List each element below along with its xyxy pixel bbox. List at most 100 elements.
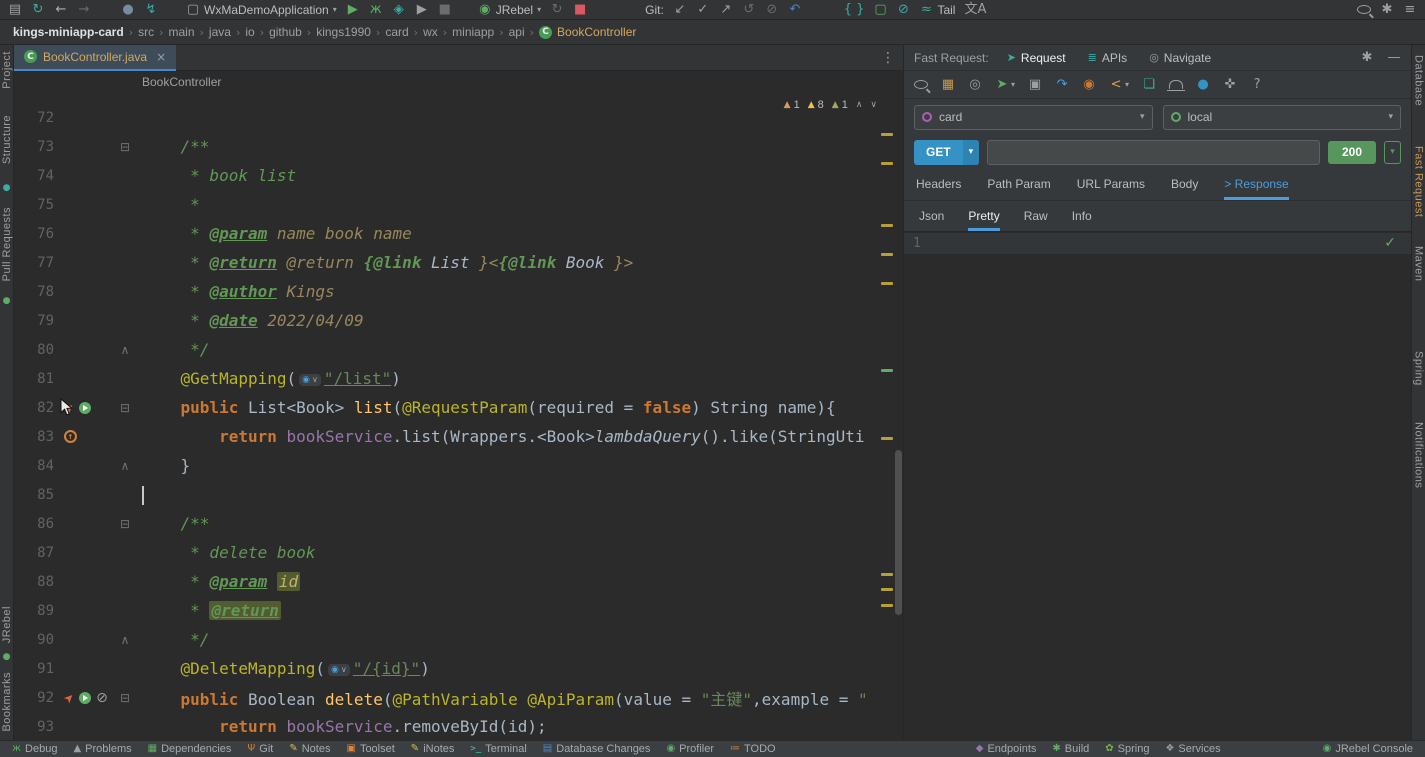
stop-button[interactable]: ■	[438, 3, 452, 16]
close-icon[interactable]: ×	[156, 50, 166, 64]
line-number[interactable]: 85	[14, 487, 58, 503]
override-icon[interactable]: ↑	[64, 430, 77, 443]
breadcrumb-item[interactable]: kings-miniapp-card	[10, 25, 127, 39]
fold-marker[interactable]: ∧	[116, 634, 134, 646]
line-number[interactable]: 87	[14, 545, 58, 561]
rerun-icon[interactable]: ↻	[550, 3, 564, 16]
debug-button[interactable]: ж	[369, 3, 383, 16]
git-label[interactable]: Git:	[645, 3, 664, 17]
tool-stripe-notifications[interactable]: Notifications	[1413, 422, 1425, 488]
request-tab-response[interactable]: > Response	[1224, 177, 1288, 200]
profile-button[interactable]: ▶	[415, 3, 429, 16]
line-number[interactable]: 80	[14, 342, 58, 358]
next-warning-icon[interactable]: ∨	[870, 100, 877, 110]
disabled-icon[interactable]: ⊘	[96, 691, 108, 705]
breadcrumb-item[interactable]: wx	[420, 25, 441, 39]
tool-stripe-bookmarks[interactable]: Bookmarks	[1, 672, 13, 732]
line-number[interactable]: 78	[14, 284, 58, 300]
donut-icon[interactable]: ◉	[1082, 78, 1096, 91]
line-number[interactable]: 86	[14, 516, 58, 532]
run-method-icon[interactable]	[79, 692, 91, 704]
statusbar-profiler[interactable]: ◉Profiler	[666, 743, 714, 755]
code-editor[interactable]: 7273⊟ /**74 * book list75 *76 * @param n…	[14, 93, 903, 740]
send-button[interactable]: ➤	[995, 78, 1009, 91]
statusbar-notes[interactable]: ✎Notes	[289, 743, 330, 755]
statusbar-spring[interactable]: ✿Spring	[1105, 743, 1149, 755]
git-rollback-button[interactable]: ↶	[788, 3, 802, 16]
save-icon[interactable]: ▣	[1028, 78, 1042, 91]
breadcrumb-item[interactable]: miniapp	[449, 25, 497, 39]
line-number[interactable]: 76	[14, 226, 58, 242]
line-number[interactable]: 79	[14, 313, 58, 329]
run-button[interactable]: ▶	[346, 3, 360, 16]
sync-icon[interactable]: ↻	[31, 3, 45, 16]
request-tab-body[interactable]: Body	[1171, 177, 1198, 200]
response-tab-json[interactable]: Json	[919, 209, 944, 231]
response-viewer[interactable]: 1 ✓	[904, 231, 1411, 740]
ball-icon[interactable]: ●	[1196, 78, 1210, 91]
code-braces-icon[interactable]: { }	[844, 3, 865, 16]
line-number[interactable]: 88	[14, 574, 58, 590]
fold-marker[interactable]: ⊟	[116, 141, 134, 153]
git-stop-icon[interactable]: ⊘	[765, 3, 779, 16]
forward-icon[interactable]: →	[77, 3, 91, 16]
editor-tab[interactable]: C BookController.java ×	[14, 45, 176, 71]
fast-request-inlay-icon[interactable]: ◉∨	[328, 664, 350, 676]
breadcrumb-item[interactable]: github	[266, 25, 305, 39]
line-number[interactable]: 83	[14, 429, 58, 445]
response-tab-raw[interactable]: Raw	[1024, 209, 1048, 231]
statusbar-database-changes[interactable]: ▤Database Changes	[543, 743, 651, 755]
statusbar-services[interactable]: ❖Services	[1165, 743, 1220, 755]
run-config-select[interactable]: ▢WxMaDemoApplication▾	[186, 3, 337, 17]
search-icon[interactable]	[914, 80, 928, 89]
line-number[interactable]: 75	[14, 197, 58, 213]
prev-warning-icon[interactable]: ∧	[856, 100, 863, 110]
breadcrumb-item[interactable]: kings1990	[313, 25, 374, 39]
jrebel-select[interactable]: ◉JRebel▾	[478, 3, 541, 17]
tab-options-icon[interactable]: ⋮	[881, 50, 903, 66]
editor-breadcrumb[interactable]: BookController	[14, 71, 903, 93]
jrebel-tool-icon[interactable]: ●	[3, 653, 11, 662]
url-input[interactable]	[987, 140, 1320, 165]
fast-request-inlay-icon[interactable]: ◉∨	[299, 374, 321, 386]
target-icon[interactable]: ◎	[968, 78, 982, 91]
response-tab-info[interactable]: Info	[1072, 209, 1092, 231]
fold-marker[interactable]: ∧	[116, 460, 134, 472]
commit-tool-icon[interactable]: ●	[3, 184, 11, 193]
line-number[interactable]: 73	[14, 139, 58, 155]
statusbar-jrebel-console[interactable]: ◉JRebel Console	[1323, 743, 1413, 755]
breadcrumb-item[interactable]: src	[135, 25, 157, 39]
stop-red-button[interactable]: ■	[573, 3, 587, 16]
breadcrumb-item[interactable]: api	[506, 25, 528, 39]
fast-request-rocket-icon[interactable]: ➤	[61, 690, 77, 706]
statusbar-dependencies[interactable]: ▦Dependencies	[148, 743, 232, 755]
statusbar-build[interactable]: ✱Build	[1052, 743, 1089, 755]
tool-stripe-structure[interactable]: Structure	[1, 115, 13, 164]
scrollbar-thumb[interactable]	[895, 450, 902, 615]
method-select[interactable]: GET ▾	[914, 140, 979, 165]
line-number[interactable]: 77	[14, 255, 58, 271]
tab-request[interactable]: ➤Request	[1007, 51, 1066, 65]
code-cleanup-icon[interactable]: ↯	[144, 3, 158, 16]
fold-marker[interactable]: ⊟	[116, 518, 134, 530]
back-icon[interactable]: ←	[54, 3, 68, 16]
json-grid-icon[interactable]: ▦	[941, 78, 955, 91]
response-tab-pretty[interactable]: Pretty	[968, 209, 999, 231]
git-history-icon[interactable]: ↺	[742, 3, 756, 16]
tool-stripe-database[interactable]: Database	[1413, 55, 1425, 106]
request-tab-headers[interactable]: Headers	[916, 177, 961, 200]
project-select[interactable]: card ▾	[914, 105, 1153, 130]
statusbar-git[interactable]: ΨGit	[247, 743, 273, 755]
breadcrumb-item[interactable]: io	[242, 25, 257, 39]
line-number[interactable]: 91	[14, 661, 58, 677]
run-method-icon[interactable]	[79, 402, 91, 414]
tail-button[interactable]: ≈Tail	[919, 3, 955, 17]
tool-stripe-fast-request[interactable]: Fast Request	[1413, 146, 1425, 217]
coverage-button[interactable]: ◈	[392, 3, 406, 16]
breadcrumb-item[interactable]: card	[382, 25, 411, 39]
minimize-icon[interactable]: —	[1387, 51, 1401, 64]
fold-marker[interactable]: ⊟	[116, 692, 134, 704]
wrench-icon[interactable]: ✜	[1223, 78, 1237, 91]
translate-icon[interactable]: 文A	[964, 3, 986, 16]
line-number[interactable]: 89	[14, 603, 58, 619]
